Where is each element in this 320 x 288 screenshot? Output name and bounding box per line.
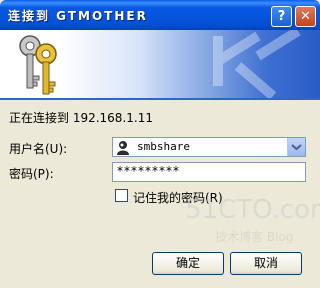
banner-divider: [0, 98, 320, 100]
username-label: 用户名(U):: [9, 142, 68, 156]
chevron-down-icon: [291, 144, 302, 151]
keys-icon: [19, 35, 57, 95]
banner: [0, 30, 320, 98]
user-icon: [117, 141, 129, 155]
password-field[interactable]: *********: [112, 162, 306, 182]
help-button[interactable]: ?: [271, 6, 292, 27]
title-bar[interactable]: 连接到 GTMOTHER ? ✕: [0, 0, 320, 30]
connecting-status: 正在连接到 192.168.1.11: [9, 111, 153, 125]
remember-password-checkbox[interactable]: [115, 189, 128, 202]
login-dialog: 连接到 GTMOTHER ? ✕ 正在连接到 192.168.1.11 用户名(…: [0, 0, 320, 288]
cancel-button[interactable]: 取消: [230, 252, 302, 275]
username-value: smbshare: [137, 140, 190, 153]
windows-logo-watermark: [213, 30, 301, 98]
username-combobox[interactable]: smbshare: [112, 137, 306, 157]
username-dropdown-button[interactable]: [287, 138, 305, 156]
password-label: 密码(P):: [9, 167, 54, 181]
window-title: 连接到 GTMOTHER: [8, 9, 148, 23]
watermark-subtext: 技术博客 Blog: [215, 230, 294, 244]
close-button[interactable]: ✕: [295, 6, 316, 27]
password-value: *********: [117, 164, 180, 178]
watermark-text: 51CTO.com: [185, 195, 320, 225]
ok-button[interactable]: 确定: [152, 252, 224, 275]
